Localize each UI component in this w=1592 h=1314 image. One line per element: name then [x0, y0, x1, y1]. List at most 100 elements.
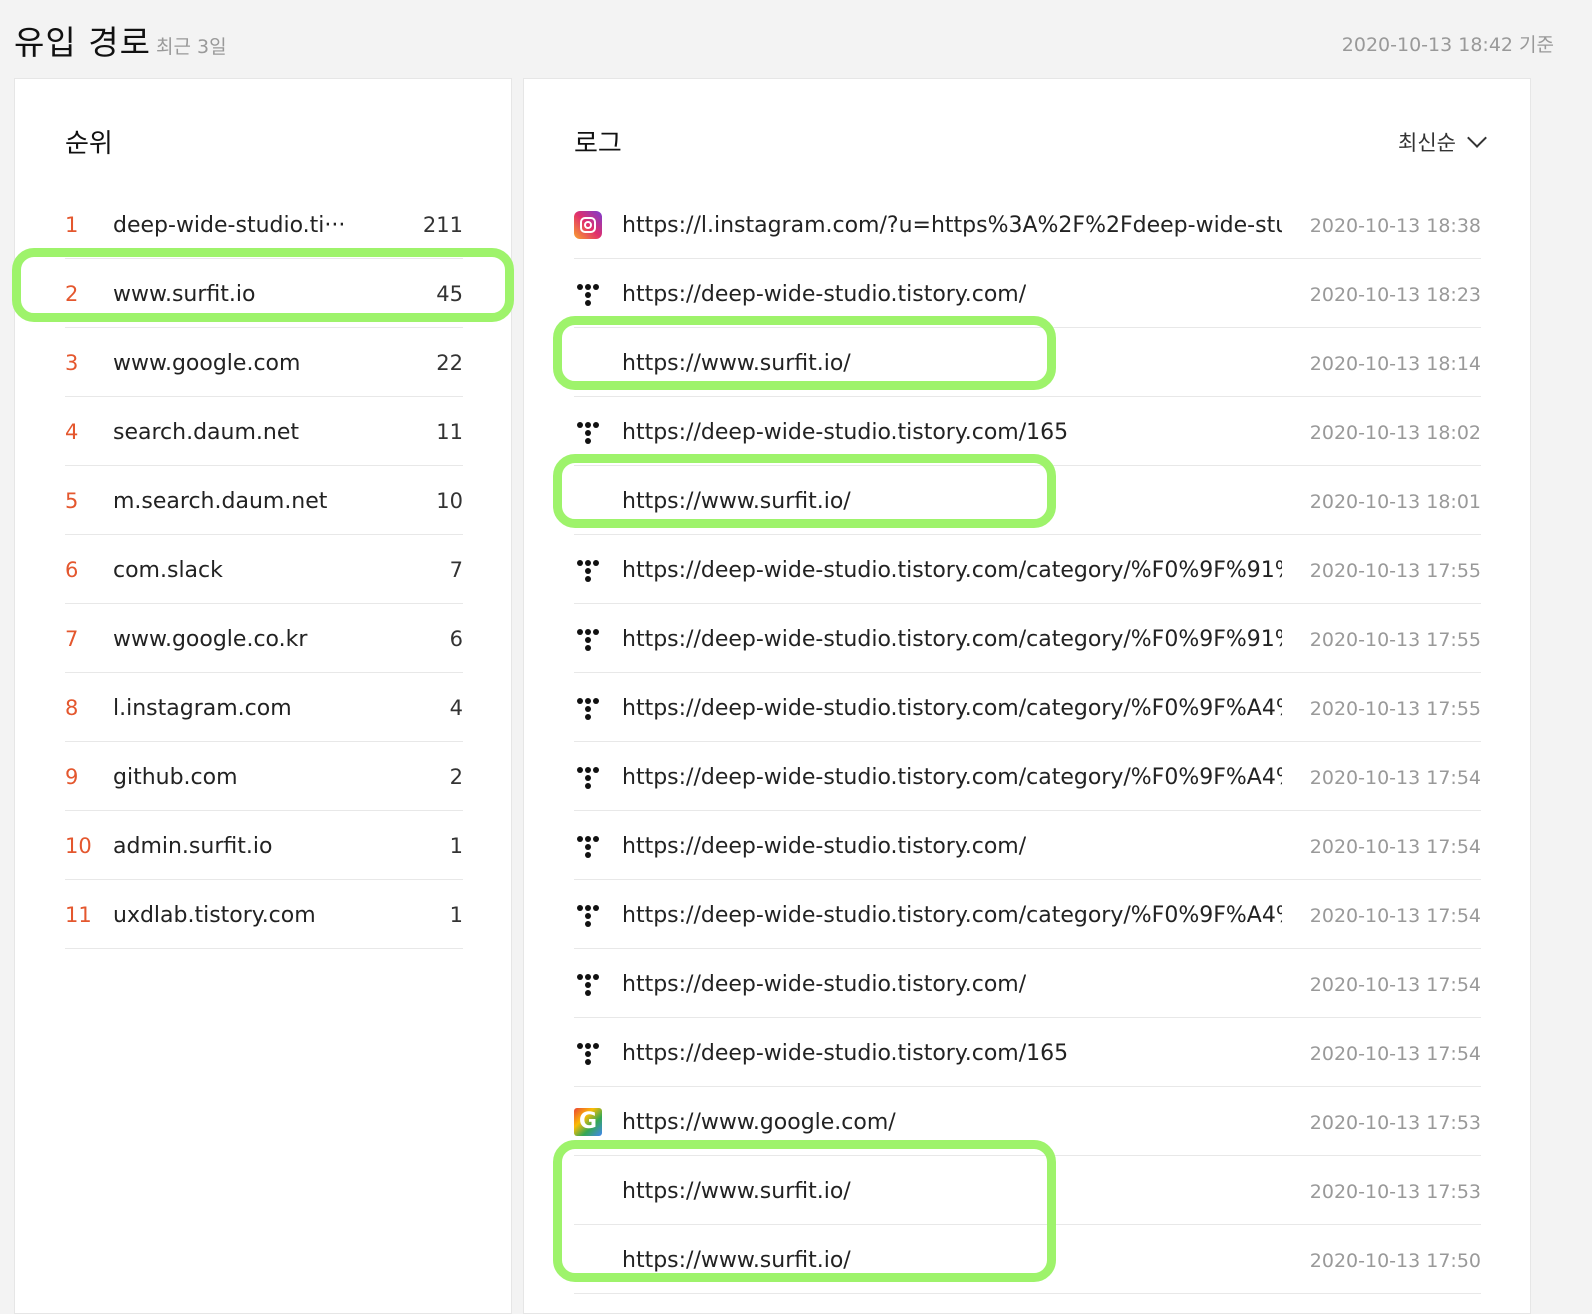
log-url[interactable]: https://www.surfit.io/ — [622, 351, 851, 376]
ranking-row[interactable]: 9 github.com 2 — [65, 743, 463, 811]
log-row[interactable]: https://deep-wide-studio.tistory.com/165… — [574, 1019, 1481, 1087]
log-list: https://l.instagram.com/?u=https%3A%2F%2… — [574, 191, 1481, 1295]
log-url[interactable]: https://www.google.com/ — [622, 1110, 896, 1135]
ranking-title: 순위 — [65, 129, 113, 159]
log-url[interactable]: https://deep-wide-studio.tistory.com/cat… — [622, 558, 1282, 583]
log-url[interactable]: https://l.instagram.com/?u=https%3A%2F%2… — [622, 213, 1282, 238]
log-row[interactable]: https://deep-wide-studio.tistory.com/202… — [574, 812, 1481, 880]
sort-dropdown[interactable]: 최신순 — [1398, 127, 1487, 157]
log-row[interactable]: https://deep-wide-studio.tistory.com/cat… — [574, 536, 1481, 604]
google-icon: G — [574, 1108, 602, 1136]
tistory-icon — [574, 763, 602, 791]
referrer-domain: search.daum.net — [113, 420, 299, 445]
referrer-domain: admin.surfit.io — [113, 834, 273, 859]
referrer-count: 6 — [449, 627, 463, 651]
log-row[interactable]: https://deep-wide-studio.tistory.com/165… — [574, 398, 1481, 466]
referrer-domain: com.slack — [113, 558, 223, 583]
rank-number: 7 — [65, 627, 79, 651]
ranking-row[interactable]: 6 com.slack 7 — [65, 536, 463, 604]
referrer-count: 2 — [449, 765, 463, 789]
log-row[interactable]: https://deep-wide-studio.tistory.com/202… — [574, 950, 1481, 1018]
tistory-icon — [574, 556, 602, 584]
referrer-count: 211 — [422, 213, 463, 237]
log-url[interactable]: https://deep-wide-studio.tistory.com/cat… — [622, 903, 1282, 928]
ranking-panel: 순위 1 deep-wide-studio.ti··· 211 2 www.surfit… — [14, 78, 512, 1314]
log-row[interactable]: https://deep-wide-studio.tistory.com/cat… — [574, 881, 1481, 949]
log-timestamp: 2020-10-13 18:23 — [1309, 284, 1481, 306]
log-panel: 로그 최신순 https://l.instagram.com/?u=https%… — [523, 78, 1531, 1314]
log-row[interactable]: Ghttps://www.google.com/2020-10-13 17:53 — [574, 1088, 1481, 1156]
ranking-row[interactable]: 8 l.instagram.com 4 — [65, 674, 463, 742]
log-timestamp: 2020-10-13 17:54 — [1309, 836, 1481, 858]
referrer-domain: www.surfit.io — [113, 282, 256, 307]
log-row[interactable]: https://www.surfit.io/2020-10-13 17:53 — [574, 1157, 1481, 1225]
referrer-domain: github.com — [113, 765, 238, 790]
referrer-count: 22 — [436, 351, 463, 375]
tistory-icon — [574, 694, 602, 722]
ranking-row[interactable]: 4 search.daum.net 11 — [65, 398, 463, 466]
log-row[interactable]: https://deep-wide-studio.tistory.com/202… — [574, 260, 1481, 328]
log-row[interactable]: https://deep-wide-studio.tistory.com/cat… — [574, 674, 1481, 742]
ranking-row[interactable]: 3 www.google.com 22 — [65, 329, 463, 397]
log-timestamp: 2020-10-13 17:55 — [1309, 629, 1481, 651]
log-row[interactable]: https://www.surfit.io/2020-10-13 18:01 — [574, 467, 1481, 535]
referrer-domain: www.google.co.kr — [113, 627, 308, 652]
tistory-icon — [574, 1039, 602, 1067]
referrer-domain: l.instagram.com — [113, 696, 292, 721]
ranking-row[interactable]: 10 admin.surfit.io 1 — [65, 812, 463, 880]
referrer-count: 4 — [449, 696, 463, 720]
tistory-icon — [574, 280, 602, 308]
as-of-timestamp: 2020-10-13 18:42 기준 — [1341, 34, 1554, 56]
log-url[interactable]: https://deep-wide-studio.tistory.com/cat… — [622, 627, 1282, 652]
log-url[interactable]: https://deep-wide-studio.tistory.com/ — [622, 282, 1026, 307]
log-url[interactable]: https://deep-wide-studio.tistory.com/cat… — [622, 765, 1282, 790]
ranking-list: 1 deep-wide-studio.ti··· 211 2 www.surfit.io… — [65, 191, 463, 950]
referrer-domain: m.search.daum.net — [113, 489, 328, 514]
log-url[interactable]: https://deep-wide-studio.tistory.com/ — [622, 834, 1026, 859]
rank-number: 4 — [65, 420, 79, 444]
rank-number: 8 — [65, 696, 79, 720]
log-row[interactable]: https://www.surfit.io/2020-10-13 18:14 — [574, 329, 1481, 397]
tistory-icon — [574, 625, 602, 653]
log-url[interactable]: https://deep-wide-studio.tistory.com/165 — [622, 420, 1068, 445]
referrer-count: 11 — [436, 420, 463, 444]
log-row[interactable]: https://deep-wide-studio.tistory.com/cat… — [574, 743, 1481, 811]
ranking-row[interactable]: 5 m.search.daum.net 10 — [65, 467, 463, 535]
log-timestamp: 2020-10-13 17:54 — [1309, 905, 1481, 927]
referrer-domain: www.google.com — [113, 351, 301, 376]
log-timestamp: 2020-10-13 18:02 — [1309, 422, 1481, 444]
log-url[interactable]: https://deep-wide-studio.tistory.com/ — [622, 972, 1026, 997]
log-title: 로그 — [574, 129, 622, 159]
log-timestamp: 2020-10-13 17:53 — [1309, 1112, 1481, 1134]
log-timestamp: 2020-10-13 18:01 — [1309, 491, 1481, 513]
ranking-row[interactable]: 11 uxdlab.tistory.com 1 — [65, 881, 463, 949]
log-timestamp: 2020-10-13 18:14 — [1309, 353, 1481, 375]
ranking-row[interactable]: 7 www.google.co.kr 6 — [65, 605, 463, 673]
referrer-count: 7 — [449, 558, 463, 582]
referrer-domain: deep-wide-studio.ti··· — [113, 213, 346, 238]
rank-number: 3 — [65, 351, 79, 375]
referrer-domain: uxdlab.tistory.com — [113, 903, 316, 928]
chevron-down-icon — [1467, 128, 1487, 148]
period-label: 최근 3일 — [156, 36, 227, 58]
log-timestamp: 2020-10-13 17:54 — [1309, 767, 1481, 789]
ranking-row[interactable]: 2 www.surfit.io 45 — [65, 260, 463, 328]
log-url[interactable]: https://deep-wide-studio.tistory.com/cat… — [622, 696, 1282, 721]
referrer-count: 10 — [436, 489, 463, 513]
page-header: 유입 경로 최근 3일 2020-10-13 18:42 기준 — [0, 0, 1592, 80]
log-row[interactable]: https://deep-wide-studio.tistory.com/cat… — [574, 605, 1481, 673]
rank-number: 5 — [65, 489, 79, 513]
log-timestamp: 2020-10-13 17:55 — [1309, 560, 1481, 582]
log-url[interactable]: https://deep-wide-studio.tistory.com/165 — [622, 1041, 1068, 1066]
log-url[interactable]: https://www.surfit.io/ — [622, 1248, 851, 1273]
log-url[interactable]: https://www.surfit.io/ — [622, 489, 851, 514]
rank-number: 9 — [65, 765, 79, 789]
log-row[interactable]: https://l.instagram.com/?u=https%3A%2F%2… — [574, 191, 1481, 259]
tistory-icon — [574, 832, 602, 860]
ranking-row[interactable]: 1 deep-wide-studio.ti··· 211 — [65, 191, 463, 259]
log-timestamp: 2020-10-13 17:53 — [1309, 1181, 1481, 1203]
tistory-icon — [574, 418, 602, 446]
log-row[interactable]: https://www.surfit.io/2020-10-13 17:50 — [574, 1226, 1481, 1294]
log-url[interactable]: https://www.surfit.io/ — [622, 1179, 851, 1204]
rank-number: 10 — [65, 834, 92, 858]
